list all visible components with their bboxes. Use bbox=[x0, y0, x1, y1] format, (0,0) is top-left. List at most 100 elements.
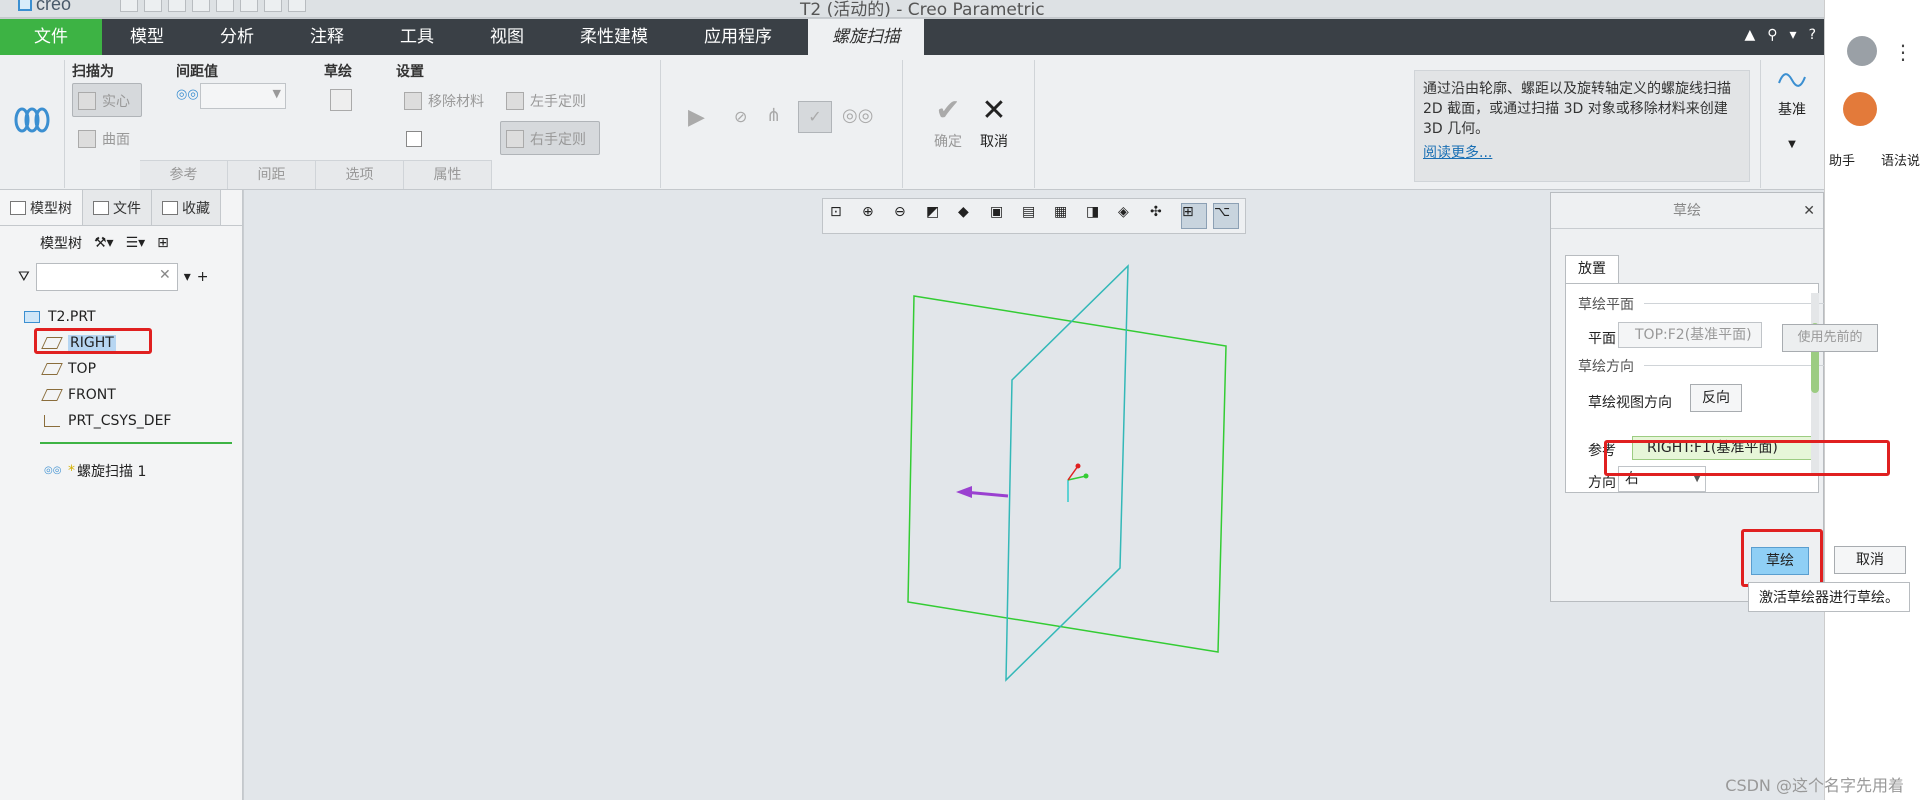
title-bar: creo T2 (活动的) - Creo Parametric bbox=[0, 0, 1824, 20]
tree-item-helical-sweep[interactable]: ◎◎ * 螺旋扫描 1 bbox=[0, 458, 242, 484]
collapse-ribbon-icon[interactable]: ▲ bbox=[1744, 27, 1755, 43]
avatar[interactable] bbox=[1847, 36, 1877, 66]
datum-button[interactable]: 基准 ▼ bbox=[1762, 65, 1822, 150]
filter-icon[interactable]: ⛛ bbox=[18, 269, 30, 285]
tab-properties[interactable]: 属性 bbox=[404, 161, 492, 189]
menu-analysis[interactable]: 分析 bbox=[192, 19, 282, 55]
tab-files-label: 文件 bbox=[113, 200, 141, 217]
preview-icon[interactable]: ⋔ bbox=[766, 105, 781, 126]
tab-placement[interactable]: 放置 bbox=[1565, 255, 1619, 283]
undo-icon[interactable] bbox=[192, 0, 210, 12]
verify-icon[interactable]: ✓ bbox=[798, 101, 832, 133]
settings-icon[interactable]: ☰▾ bbox=[126, 235, 146, 251]
model-tree-icon bbox=[10, 200, 26, 215]
datum-plane-icon bbox=[41, 389, 63, 401]
confirm-button[interactable]: ✔ 确定 bbox=[928, 95, 968, 151]
side-item-grammar[interactable]: 语法说 bbox=[1881, 150, 1920, 169]
menu-tools[interactable]: 工具 bbox=[372, 19, 462, 55]
quick-access-toolbar bbox=[120, 0, 306, 12]
tab-model-tree[interactable]: 模型树 bbox=[0, 190, 83, 225]
tab-helical-sweep[interactable]: 螺旋扫描 bbox=[808, 19, 924, 55]
surface-button[interactable]: 曲面 bbox=[78, 129, 130, 149]
more-icon[interactable]: ⋮ bbox=[1893, 40, 1913, 64]
tab-pitch[interactable]: 间距 bbox=[228, 161, 316, 189]
side-item-assistant[interactable]: 助手 bbox=[1829, 150, 1855, 169]
menu-flexible-modeling[interactable]: 柔性建模 bbox=[552, 19, 676, 55]
chevron-down-icon[interactable]: ▼ bbox=[273, 87, 281, 100]
help-icon[interactable]: ? bbox=[1809, 27, 1816, 43]
tree-item-csys[interactable]: PRT_CSYS_DEF bbox=[0, 408, 242, 434]
plane-field[interactable]: TOP:F2(基准平面) bbox=[1618, 322, 1762, 348]
menu-annotate[interactable]: 注释 bbox=[282, 19, 372, 55]
sketch-dialog: 草绘 ✕ 放置 草绘平面 平面 TOP:F2(基准平面) 草绘方向 草绘视图方向… bbox=[1550, 192, 1824, 602]
new-icon[interactable] bbox=[120, 0, 138, 12]
left-panel-tabs: 模型树 文件 收藏 bbox=[0, 190, 242, 226]
datum-plane-icon bbox=[41, 363, 63, 375]
tree-label-front: FRONT bbox=[68, 387, 116, 403]
view-direction-label: 草绘视图方向 bbox=[1588, 395, 1672, 411]
helical-sweep-icon: ◎◎ bbox=[44, 465, 62, 476]
tab-favorites[interactable]: 收藏 bbox=[152, 190, 221, 225]
orientation-group: 草绘方向 bbox=[1578, 356, 1824, 376]
save-icon[interactable] bbox=[168, 0, 186, 12]
left-hand-button[interactable]: 左手定则 bbox=[506, 91, 586, 111]
cancel-button[interactable]: ✕ 取消 bbox=[974, 95, 1014, 151]
menu-view[interactable]: 视图 bbox=[462, 19, 552, 55]
tree-label-feature: 螺旋扫描 1 bbox=[77, 464, 147, 480]
dialog-cancel-button[interactable]: 取消 bbox=[1834, 546, 1906, 574]
use-previous-button[interactable]: 使用先前的 bbox=[1782, 324, 1878, 352]
remove-material-button[interactable]: 移除材料 bbox=[404, 91, 484, 111]
open-icon[interactable] bbox=[144, 0, 162, 12]
tab-references[interactable]: 参考 bbox=[140, 161, 228, 189]
windows-icon[interactable] bbox=[264, 0, 282, 12]
chevron-down-icon[interactable]: ▾ bbox=[184, 269, 191, 285]
glasses-icon[interactable]: ◎◎ bbox=[842, 105, 873, 126]
community-icon[interactable]: ▾ bbox=[1790, 27, 1797, 43]
right-hand-button[interactable]: 右手定则 bbox=[506, 129, 586, 149]
sketch-label: 草绘 bbox=[324, 64, 352, 80]
part-icon bbox=[24, 311, 40, 323]
menu-applications[interactable]: 应用程序 bbox=[676, 19, 800, 55]
datum-plane-right[interactable] bbox=[907, 295, 1227, 653]
logo-text: creo bbox=[36, 0, 72, 14]
remove-material-icon bbox=[404, 92, 422, 110]
tree-root-label: T2.PRT bbox=[48, 309, 96, 325]
play-icon[interactable]: ▶ bbox=[688, 105, 705, 130]
coordinate-system-icon bbox=[44, 415, 60, 427]
add-icon[interactable]: + bbox=[197, 269, 209, 285]
search-icon[interactable]: ⚲ bbox=[1767, 27, 1777, 43]
tools-icon[interactable]: ⚒▾ bbox=[94, 235, 114, 251]
solid-button[interactable]: 实心 bbox=[78, 91, 130, 111]
close-icon[interactable]: ✕ bbox=[1803, 193, 1815, 229]
ribbon: 扫描为 实心 曲面 间距值 ◎◎ ▼ 草绘 设置 移除材料 左手定则 右手定则 … bbox=[0, 55, 1824, 190]
close-window-icon[interactable] bbox=[288, 0, 306, 12]
tree-item-root[interactable]: T2.PRT bbox=[0, 304, 242, 330]
model-tree-toolbar: 模型树 ⚒▾ ☰▾ ⊞ bbox=[0, 226, 242, 260]
tab-files[interactable]: 文件 bbox=[83, 190, 152, 225]
menu-bar: 文件 模型 分析 注释 工具 视图 柔性建模 应用程序 螺旋扫描 ▲ ⚲ ▾ ? bbox=[0, 19, 1824, 55]
redo-icon[interactable] bbox=[216, 0, 234, 12]
flip-button[interactable]: 反向 bbox=[1690, 384, 1742, 412]
tree-item-front[interactable]: FRONT bbox=[0, 382, 242, 408]
watermark: CSDN @这个名字先用着 bbox=[1725, 776, 1904, 795]
pause-icon[interactable]: ⊘ bbox=[734, 107, 747, 126]
clear-icon[interactable]: ✕ bbox=[159, 267, 171, 283]
right-hand-label: 右手定则 bbox=[530, 132, 586, 148]
remove-material-checkbox[interactable] bbox=[406, 131, 422, 147]
dialog-title-bar: 草绘 ✕ bbox=[1551, 193, 1823, 229]
assistant-avatar-icon[interactable] bbox=[1843, 92, 1877, 126]
tab-options[interactable]: 选项 bbox=[316, 161, 404, 189]
tree-search-input[interactable]: ✕ bbox=[35, 263, 178, 291]
left-hand-label: 左手定则 bbox=[530, 94, 586, 110]
pitch-input[interactable]: ▼ bbox=[200, 83, 286, 109]
left-hand-icon bbox=[506, 92, 524, 110]
tree-item-top[interactable]: TOP bbox=[0, 356, 242, 382]
chevron-down-icon[interactable]: ▼ bbox=[1762, 139, 1822, 150]
read-more-link[interactable]: 阅读更多... bbox=[1423, 143, 1741, 163]
menu-file[interactable]: 文件 bbox=[0, 19, 102, 55]
menu-model[interactable]: 模型 bbox=[102, 19, 192, 55]
sketch-edit-icon[interactable] bbox=[330, 89, 352, 111]
creo-logo: creo bbox=[18, 0, 71, 15]
regenerate-icon[interactable] bbox=[240, 0, 258, 12]
columns-icon[interactable]: ⊞ bbox=[157, 235, 169, 251]
